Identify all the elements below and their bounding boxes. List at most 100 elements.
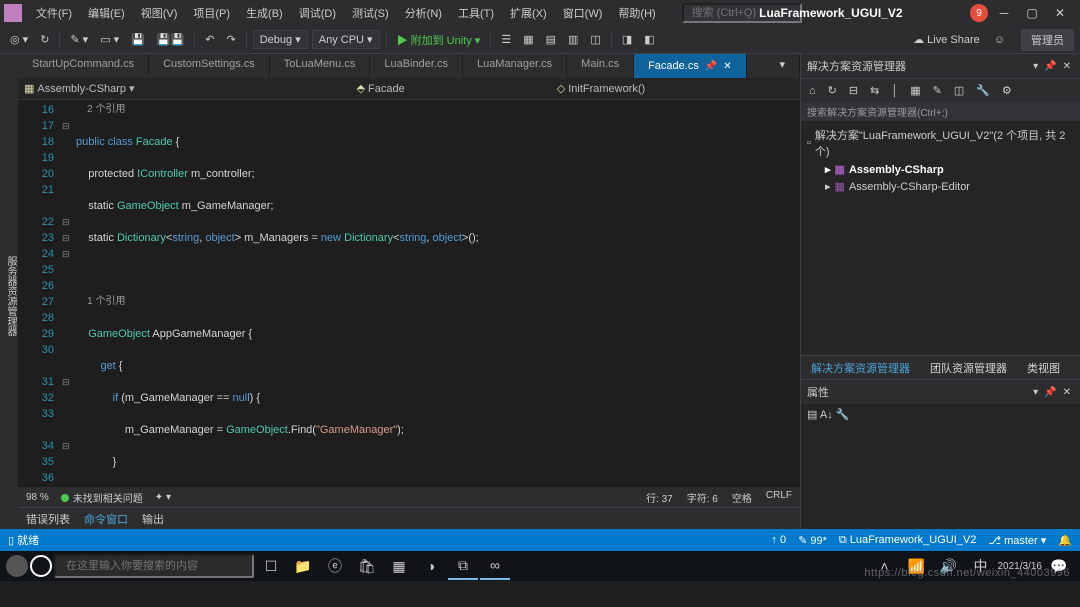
menu-tools[interactable]: 工具(T) <box>452 2 500 24</box>
notification-badge[interactable]: 9 <box>970 4 988 22</box>
code-body[interactable]: 2 个引用 public class Facade { protected IC… <box>76 100 800 487</box>
file-tab[interactable]: LuaBinder.cs <box>370 54 463 78</box>
menu-edit[interactable]: 编辑(E) <box>82 2 131 24</box>
redo-icon[interactable]: ↷ <box>223 31 240 48</box>
menu-view[interactable]: 视图(V) <box>135 2 184 24</box>
panel-pin-icon[interactable]: 📌 <box>1041 61 1059 72</box>
props-dropdown-icon[interactable]: ▾ <box>1030 387 1041 398</box>
zoom-pct[interactable]: 98 % <box>26 492 49 503</box>
close-tab-icon[interactable]: ✕ <box>723 61 731 72</box>
gear-icon[interactable]: ⚙ <box>998 82 1016 99</box>
menu-test[interactable]: 测试(S) <box>346 2 395 24</box>
tab-errorlist[interactable]: 错误列表 <box>26 511 70 527</box>
tab-class-view[interactable]: 类视图 <box>1017 356 1070 380</box>
wrench-icon[interactable]: 🔧 <box>972 82 994 99</box>
taskbar-search-input[interactable] <box>54 554 254 578</box>
tab-output[interactable]: 输出 <box>142 511 164 527</box>
code-editor[interactable]: 161718192021 222324252627282930 313233 3… <box>18 100 800 487</box>
explorer-icon[interactable]: 📁 <box>288 552 318 580</box>
platform-combo[interactable]: Any CPU ▾ <box>312 30 380 49</box>
props-cat-icon[interactable]: ▤ <box>807 409 817 421</box>
tb-icon-1[interactable]: ☰ <box>497 31 515 48</box>
file-tab[interactable]: Main.cs <box>567 54 634 78</box>
new-item-icon[interactable]: ✎ ▾ <box>66 31 92 48</box>
app-icon[interactable]: ▦ <box>384 552 414 580</box>
file-tab[interactable]: CustomSettings.cs <box>149 54 270 78</box>
vs-icon[interactable]: ∞ <box>480 552 510 580</box>
save-icon[interactable]: 💾 <box>127 31 149 48</box>
maximize-button[interactable]: ▢ <box>1024 6 1040 20</box>
tb-icon-6[interactable]: ◨ <box>618 31 636 48</box>
menu-help[interactable]: 帮助(H) <box>612 2 661 24</box>
tree-project[interactable]: ▸▦Assembly-CSharp-Editor <box>807 178 1074 195</box>
bc-assembly[interactable]: ▦Assembly-CSharp ▾ <box>24 82 135 95</box>
menu-analyze[interactable]: 分析(N) <box>399 2 448 24</box>
bc-method[interactable]: ◇InitFramework() <box>557 82 645 95</box>
issues-status[interactable]: 未找到相关问题 <box>61 490 143 505</box>
sync-icon[interactable]: ⇆ <box>866 82 883 99</box>
status-branch[interactable]: ⎇ master ▾ <box>988 534 1046 547</box>
line-ending[interactable]: CRLF <box>766 490 792 505</box>
fold-column[interactable]: ⊟ ⊟⊟⊟ ⊟ ⊟ ⊟ <box>62 100 76 487</box>
minimize-button[interactable]: ─ <box>996 6 1012 20</box>
pin-icon[interactable]: 📌 <box>705 61 717 72</box>
props-pin-icon[interactable]: 📌 <box>1041 387 1059 398</box>
home-icon[interactable]: ⌂ <box>805 83 820 99</box>
vscode-icon[interactable]: ⧉ <box>448 552 478 580</box>
props-wrench-icon[interactable]: 🔧 <box>836 409 850 421</box>
menu-project[interactable]: 项目(P) <box>187 2 236 24</box>
cortana-icon[interactable] <box>30 555 52 577</box>
tab-overflow-icon[interactable]: ▾ <box>765 54 800 78</box>
panel-dropdown-icon[interactable]: ▾ <box>1030 61 1041 72</box>
menu-extensions[interactable]: 扩展(X) <box>504 2 553 24</box>
admin-button[interactable]: 管理员 <box>1021 29 1074 51</box>
feedback-icon[interactable]: ☺ <box>990 32 1009 48</box>
props-az-icon[interactable]: A↓ <box>820 409 833 421</box>
store-icon[interactable]: 🛍 <box>352 552 382 580</box>
tb-icon-3[interactable]: ▤ <box>542 31 560 48</box>
bc-class[interactable]: ⬘Facade <box>357 82 405 95</box>
open-icon[interactable]: ▭ ▾ <box>96 31 123 48</box>
status-project[interactable]: ⧉ LuaFramework_UGUI_V2 <box>839 534 976 547</box>
preview-icon[interactable]: ◫ <box>950 82 968 99</box>
left-tool-strip[interactable]: 服务器资源管理器 <box>0 54 18 529</box>
panel-close-icon[interactable]: ✕ <box>1060 61 1074 72</box>
status-notif-icon[interactable]: 🔔 <box>1058 534 1072 547</box>
tab-cmdwindow[interactable]: 命令窗口 <box>84 511 128 527</box>
menu-file[interactable]: 文件(F) <box>30 2 78 24</box>
close-button[interactable]: ✕ <box>1052 6 1068 20</box>
collapse-icon[interactable]: ⊟ <box>845 82 862 99</box>
file-tab[interactable]: StartUpCommand.cs <box>18 54 149 78</box>
solution-search-input[interactable]: 搜索解决方案资源管理器(Ctrl+;) <box>801 102 1080 121</box>
nav-fwd-icon[interactable]: ↻ <box>36 31 53 48</box>
whitespace-mode[interactable]: 空格 <box>732 490 752 505</box>
properties-icon[interactable]: ✎ <box>929 82 946 99</box>
edge-icon[interactable]: ⓔ <box>320 552 350 580</box>
git-incoming[interactable]: ✎ 99* <box>798 534 827 547</box>
refresh-icon[interactable]: ↻ <box>824 82 841 99</box>
menu-debug[interactable]: 调试(D) <box>293 2 342 24</box>
tb-icon-7[interactable]: ◧ <box>640 31 658 48</box>
save-all-icon[interactable]: 💾💾 <box>153 31 188 48</box>
start-avatar-icon[interactable] <box>6 555 28 577</box>
tree-root[interactable]: ▫解决方案"LuaFramework_UGUI_V2"(2 个项目, 共 2 个… <box>807 125 1074 161</box>
app-icon[interactable]: ◑ <box>416 552 446 580</box>
showall-icon[interactable]: ▦ <box>906 82 924 99</box>
tab-solution-explorer[interactable]: 解决方案资源管理器 <box>801 356 920 380</box>
tree-project[interactable]: ▸▦Assembly-CSharp <box>807 161 1074 178</box>
config-combo[interactable]: Debug ▾ <box>253 30 308 49</box>
tb-icon-5[interactable]: ◫ <box>586 31 604 48</box>
tab-team-explorer[interactable]: 团队资源管理器 <box>920 356 1017 380</box>
tb-icon-2[interactable]: ▦ <box>519 31 537 48</box>
liveshare-button[interactable]: ☁ Live Share <box>907 31 986 48</box>
taskview-icon[interactable]: ☐ <box>256 552 286 580</box>
menu-build[interactable]: 生成(B) <box>240 2 289 24</box>
file-tab[interactable]: ToLuaMenu.cs <box>270 54 371 78</box>
file-tab-active[interactable]: Facade.cs📌✕ <box>634 54 747 78</box>
nav-back-icon[interactable]: ◎ ▾ <box>6 31 32 48</box>
menu-window[interactable]: 窗口(W) <box>557 2 609 24</box>
git-outgoing[interactable]: ↑ 0 <box>771 534 786 546</box>
tb-icon-4[interactable]: ▥ <box>564 31 582 48</box>
attach-unity-button[interactable]: ▶ 附加到 Unity ▾ <box>393 30 485 50</box>
props-close-icon[interactable]: ✕ <box>1060 387 1074 398</box>
